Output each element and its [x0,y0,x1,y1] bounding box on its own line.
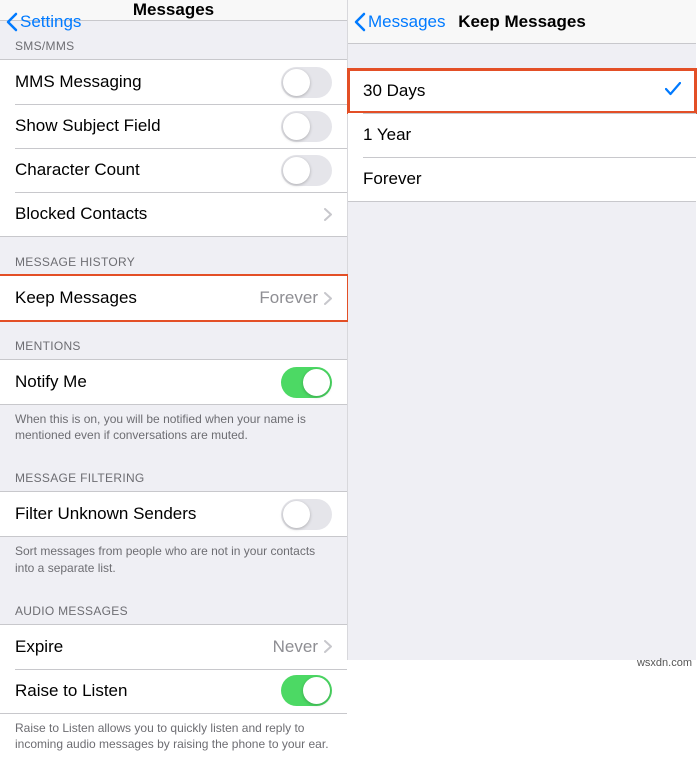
toggle-filter-unknown[interactable] [281,499,332,530]
group-filtering: Filter Unknown Senders [0,491,347,537]
back-button-settings[interactable]: Settings [6,0,81,44]
row-notify-me[interactable]: Notify Me [0,360,347,404]
messages-settings-pane: Settings Messages SMS/MMS MMS Messaging … [0,0,348,660]
row-value: Forever [259,288,318,308]
back-button-messages[interactable]: Messages [354,0,445,44]
group-audio: Expire Never Raise to Listen [0,624,347,714]
option-label: 1 Year [363,125,681,145]
section-header-history: MESSAGE HISTORY [0,237,347,275]
row-raise-to-listen[interactable]: Raise to Listen [0,669,347,713]
watermark: wsxdn.com [637,657,692,669]
row-label: Blocked Contacts [15,204,324,224]
row-label: Keep Messages [15,288,259,308]
row-mms-messaging[interactable]: MMS Messaging [0,60,347,104]
chevron-left-icon [6,12,18,32]
footer-mentions: When this is on, you will be notified wh… [0,405,347,453]
option-30-days[interactable]: 30 Days [348,69,696,113]
option-1-year[interactable]: 1 Year [348,113,696,157]
page-title: Keep Messages [458,12,586,32]
section-header-filtering: MESSAGE FILTERING [0,453,347,491]
row-label: Raise to Listen [15,681,281,701]
option-label: Forever [363,169,681,189]
section-header-mentions: MENTIONS [0,321,347,359]
row-label: MMS Messaging [15,72,281,92]
toggle-subject[interactable] [281,111,332,142]
row-character-count[interactable]: Character Count [0,148,347,192]
checkmark-icon [665,81,681,101]
toggle-notify-me[interactable] [281,367,332,398]
navbar-right: Messages Keep Messages [348,0,696,44]
option-label: 30 Days [363,81,665,101]
option-forever[interactable]: Forever [348,157,696,201]
chevron-right-icon [324,292,332,305]
chevron-left-icon [354,12,366,32]
row-expire[interactable]: Expire Never [0,625,347,669]
footer-filtering: Sort messages from people who are not in… [0,537,347,585]
row-filter-unknown[interactable]: Filter Unknown Senders [0,492,347,536]
chevron-right-icon [324,208,332,221]
row-blocked-contacts[interactable]: Blocked Contacts [0,192,347,236]
back-label: Messages [368,12,445,32]
navbar-left: Settings Messages [0,0,347,21]
keep-messages-pane: Messages Keep Messages 30 Days 1 Year Fo… [348,0,696,660]
toggle-charcount[interactable] [281,155,332,186]
row-label: Character Count [15,160,281,180]
group-keep-options: 30 Days 1 Year Forever [348,68,696,202]
chevron-right-icon [324,640,332,653]
row-value: Never [273,637,318,657]
toggle-raise-to-listen[interactable] [281,675,332,706]
row-label: Show Subject Field [15,116,281,136]
page-title: Messages [133,0,214,20]
row-label: Filter Unknown Senders [15,504,281,524]
group-history: Keep Messages Forever [0,275,347,321]
section-header-audio: AUDIO MESSAGES [0,586,347,624]
back-label: Settings [20,12,81,32]
group-sms: MMS Messaging Show Subject Field Charact… [0,59,347,237]
row-label: Expire [15,637,273,657]
row-keep-messages[interactable]: Keep Messages Forever [0,276,347,320]
row-label: Notify Me [15,372,281,392]
toggle-mms[interactable] [281,67,332,98]
group-mentions: Notify Me [0,359,347,405]
row-show-subject[interactable]: Show Subject Field [0,104,347,148]
footer-audio: Raise to Listen allows you to quickly li… [0,714,347,762]
